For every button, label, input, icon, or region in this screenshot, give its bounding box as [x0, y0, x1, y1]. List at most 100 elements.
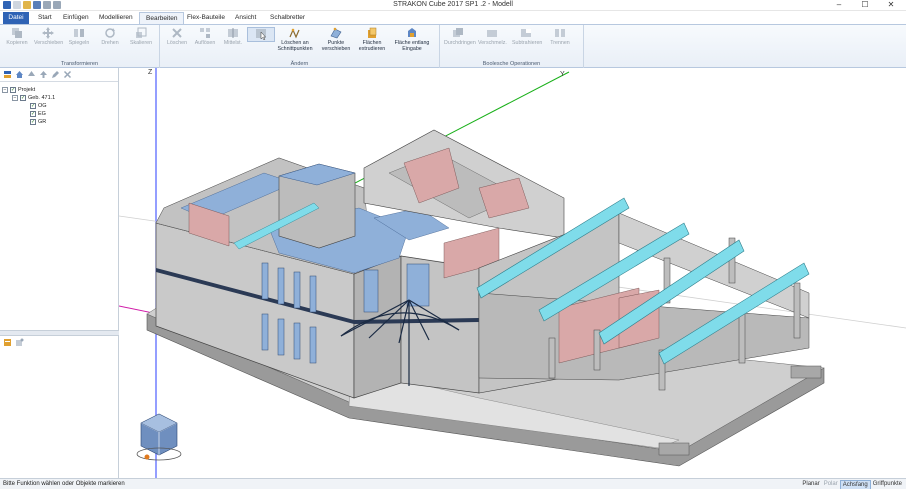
mirror-button[interactable]: Spiegeln [65, 27, 93, 46]
subtract-label: Subtrahieren [512, 40, 543, 46]
delete-icon [172, 28, 182, 38]
remove-icon[interactable] [63, 70, 72, 79]
move-points-label: Punkte verschieben [321, 40, 351, 52]
face-along-input-label: Fläche entlang Eingabe [394, 40, 430, 52]
y-axis-label: Y [560, 71, 565, 78]
dissolve-button[interactable]: Auflösen [191, 27, 219, 46]
midplane-button[interactable]: Mittelst. [219, 27, 247, 46]
cursor-icon [256, 29, 267, 40]
mirror-icon [74, 29, 84, 37]
z-axis-label: Z [148, 69, 153, 76]
move-icon [42, 27, 54, 39]
tab-einfuegen[interactable]: Einfügen [57, 12, 95, 24]
edit-icon[interactable] [51, 70, 60, 79]
move-up-icon[interactable] [39, 70, 48, 79]
ribbon-tab-bar: Datei Start Einfügen Modellieren Bearbei… [0, 11, 906, 24]
move-points-icon [330, 27, 342, 39]
extrude-faces-label: Flächen extrudieren [358, 40, 386, 52]
checkbox-icon[interactable]: ✓ [30, 119, 36, 125]
penetrate-button[interactable]: Durchdringen [444, 27, 476, 46]
subtract-icon [521, 29, 531, 37]
penetrate-label: Durchdringen [444, 40, 476, 46]
move-button[interactable]: Verschieben [34, 27, 64, 46]
rotate-label: Drehen [101, 40, 119, 46]
tab-modellieren[interactable]: Modellieren [93, 12, 139, 24]
collapse-toggle-icon[interactable]: − [12, 95, 18, 101]
scale-label: Skalieren [129, 40, 153, 46]
project-tree: − ✓ Projekt − ✓ Geb. 471.1 ✓ OG ✓ EG ✓ G… [2, 86, 55, 126]
3d-viewport[interactable]: Z Y [119, 68, 906, 478]
tree-item-building[interactable]: − ✓ Geb. 471.1 [2, 94, 55, 102]
checkbox-icon[interactable]: ✓ [10, 87, 16, 93]
merge-button[interactable]: Verschmelz. [478, 27, 507, 46]
face-along-icon [408, 28, 416, 37]
select-cursor-button[interactable] [247, 27, 275, 42]
extrude-icon [368, 27, 377, 38]
building-model[interactable] [146, 129, 825, 467]
tab-flex-bauteile[interactable]: Flex-Bauteile [181, 12, 231, 24]
tree-item-eg[interactable]: ✓ EG [2, 110, 55, 118]
tab-ansicht[interactable]: Ansicht [229, 12, 262, 24]
toggle-polar[interactable]: Polar [822, 479, 840, 489]
dissolve-label: Auflösen [194, 40, 216, 46]
split-icon [555, 29, 565, 37]
tree-item-gr[interactable]: ✓ GR [2, 118, 55, 126]
scale-button[interactable]: Skalieren [127, 27, 155, 46]
group-change-label: Ändern [290, 61, 309, 67]
merge-label: Verschmelz. [478, 40, 507, 46]
dissolve-icon [200, 28, 210, 38]
split-button[interactable]: Trennen [546, 27, 574, 46]
home-icon[interactable] [15, 70, 24, 79]
tab-bearbeiten[interactable]: Bearbeiten [139, 12, 185, 24]
tab-start[interactable]: Start [32, 12, 58, 24]
tree-item-label: Geb. 471.1 [28, 95, 56, 101]
checkbox-icon[interactable]: ✓ [20, 95, 26, 101]
tree-item-label: Projekt [18, 87, 36, 93]
delete-button[interactable]: Löschen [163, 27, 191, 46]
face-along-input-button[interactable]: Fläche entlang Eingabe [392, 27, 432, 52]
delete-at-intersections-label: Löschen an Schnittpunkten [277, 40, 313, 52]
properties-icon[interactable] [3, 338, 12, 347]
ribbon-panel: Kopieren Verschieben Spiegeln Drehen Ska… [0, 24, 906, 68]
maximize-button[interactable]: ☐ [852, 0, 878, 10]
tree-item-og[interactable]: ✓ OG [2, 102, 55, 110]
move-points-button[interactable]: Punkte verschieben [320, 27, 352, 52]
orbit-handle-icon[interactable] [144, 454, 150, 460]
level-up-icon[interactable] [27, 70, 36, 79]
checkbox-icon[interactable]: ✓ [30, 103, 36, 109]
toggle-grip-points[interactable]: Griffpunkte [871, 479, 904, 489]
toggle-axis-snap[interactable]: Achsfang [839, 480, 871, 489]
tab-schalbretter[interactable]: Schalbretter [264, 12, 311, 24]
intersection-delete-icon [289, 28, 300, 39]
mirror-label: Spiegeln [68, 40, 90, 46]
status-bar: Bitte Funktion wählen oder Objekte marki… [0, 478, 906, 489]
checkbox-icon[interactable]: ✓ [30, 111, 36, 117]
snap-toggles: Planar Polar Achsfang Griffpunkte [800, 479, 904, 489]
toggle-planar[interactable]: Planar [800, 479, 821, 489]
view-cube[interactable] [136, 413, 182, 461]
collapse-toggle-icon[interactable]: − [2, 87, 8, 93]
extrude-faces-button[interactable]: Flächen extrudieren [356, 27, 388, 52]
move-label: Verschieben [34, 40, 64, 46]
midplane-icon [228, 28, 238, 38]
close-button[interactable]: ✕ [878, 0, 904, 10]
copy-button[interactable]: Kopieren [3, 27, 31, 46]
merge-icon [487, 30, 497, 37]
status-message: Bitte Funktion wählen oder Objekte marki… [3, 481, 125, 487]
tree-item-projekt[interactable]: − ✓ Projekt [2, 86, 55, 94]
project-tree-panel: − ✓ Projekt − ✓ Geb. 471.1 ✓ OG ✓ EG ✓ G… [0, 68, 119, 478]
title-bar: STRAKON Cube 2017 SP1 .2 - Modell – ☐ ✕ [0, 0, 906, 11]
model-canvas[interactable]: Z Y [119, 68, 906, 478]
filter-icon[interactable] [15, 338, 24, 347]
tab-datei[interactable]: Datei [3, 12, 29, 24]
split-label: Trennen [550, 40, 570, 46]
group-transform-label: Transformieren [60, 61, 99, 67]
properties-toolbar [0, 336, 118, 349]
copy-label: Kopieren [6, 40, 28, 46]
delete-at-intersections-button[interactable]: Löschen an Schnittpunkten [275, 27, 315, 52]
subtract-button[interactable]: Subtrahieren [512, 27, 543, 46]
rotate-button[interactable]: Drehen [96, 27, 124, 46]
midplane-label: Mittelst. [223, 40, 243, 46]
layers-icon[interactable] [3, 70, 12, 79]
minimize-button[interactable]: – [826, 0, 852, 10]
